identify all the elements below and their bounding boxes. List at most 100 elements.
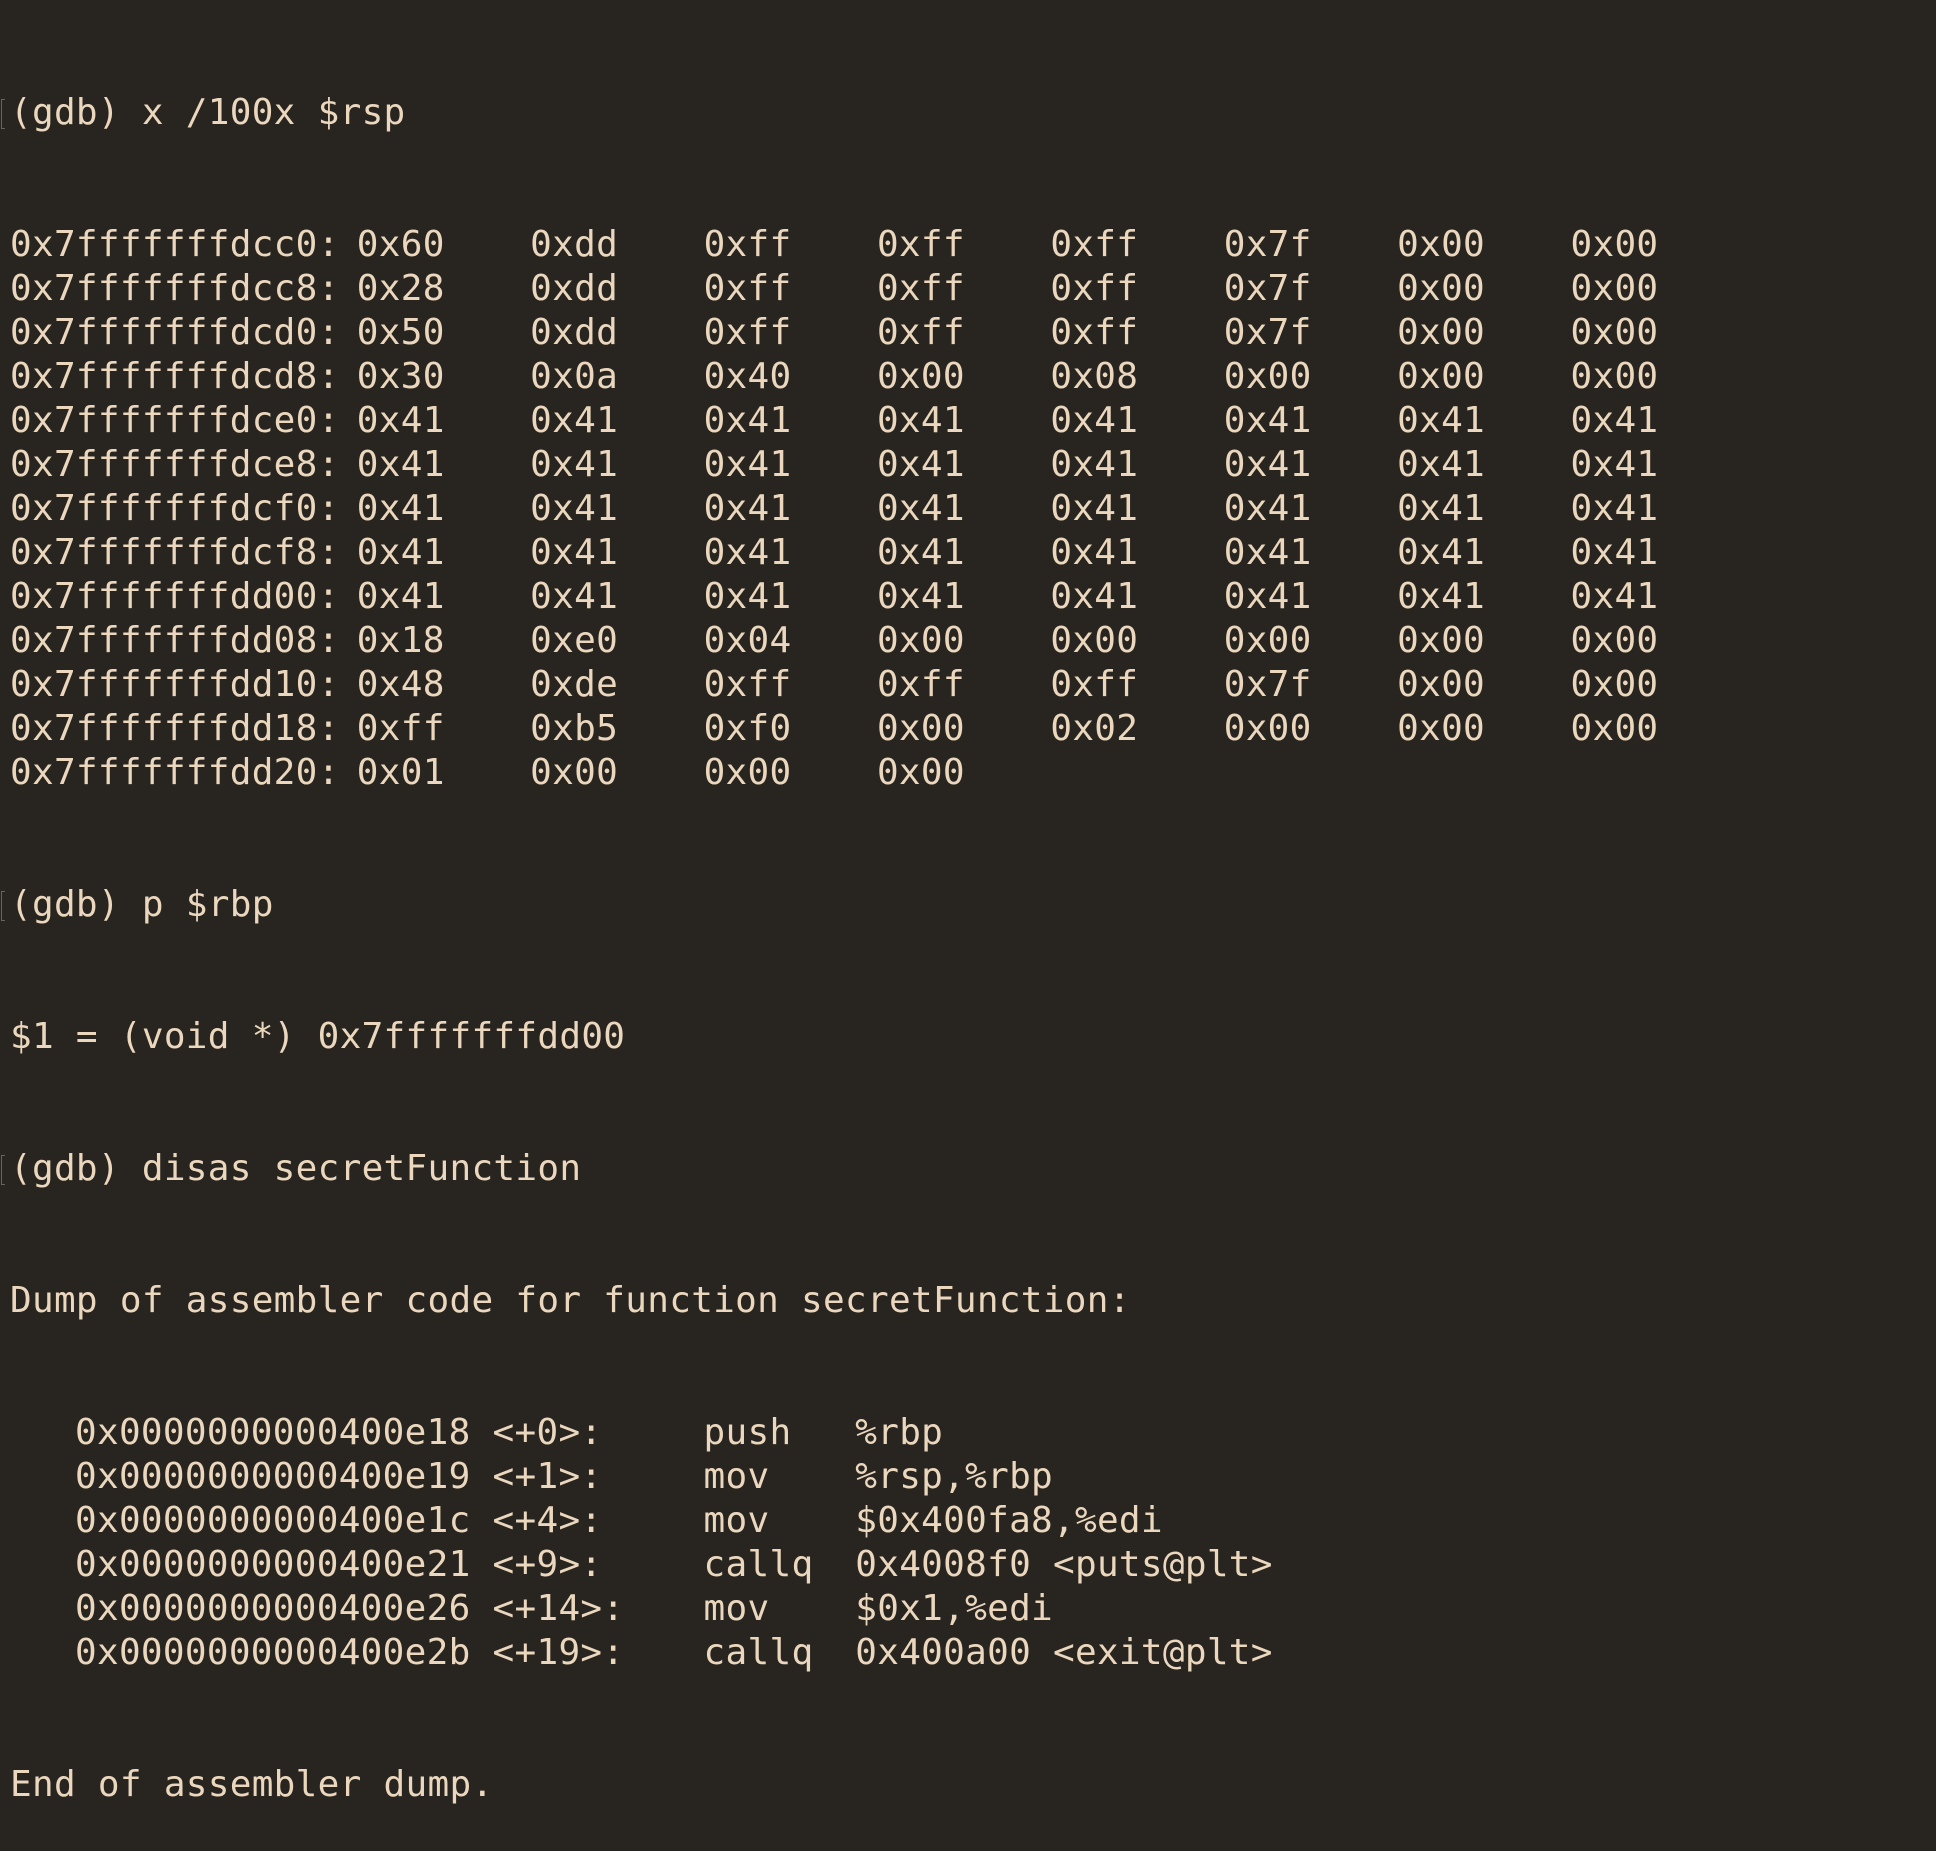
memory-byte: 0xff	[1050, 224, 1139, 265]
memory-address: 0x7fffffffdce8:	[10, 444, 340, 485]
memory-byte: 0x41	[703, 444, 792, 485]
memory-byte: 0x41	[1050, 488, 1139, 529]
memory-byte: 0x41	[530, 532, 619, 573]
memory-address: 0x7fffffffdce0:	[10, 400, 340, 441]
memory-address: 0x7fffffffdcd8:	[10, 356, 340, 397]
memory-byte: 0xff	[703, 312, 792, 353]
dump-header: Dump of assembler code for function secr…	[10, 1280, 1131, 1321]
memory-byte: 0x00	[1570, 620, 1659, 661]
memory-byte: 0xff	[1050, 268, 1139, 309]
prompt-mark-icon	[1, 99, 5, 129]
instruction-mnemonic: callq	[703, 1544, 814, 1585]
prompt-mark-icon	[1, 891, 5, 921]
memory-row: 0x7fffffffdce8: 0x41 0x41 0x41 0x41 0x41 0x41 0…	[10, 443, 1744, 487]
memory-byte: 0x04	[703, 620, 792, 661]
command-line: (gdb) x /100x $rsp	[1, 91, 1744, 135]
memory-byte: 0xdd	[530, 224, 619, 265]
memory-byte: 0x00	[1570, 664, 1659, 705]
memory-byte: 0x41	[1570, 488, 1659, 529]
memory-row: 0x7fffffffdcd0: 0x50 0xdd 0xff 0xff 0xff 0x7f 0…	[10, 311, 1744, 355]
command-line: (gdb) disas secretFunction	[1, 1147, 1744, 1191]
disassembly-row: 0x0000000000400e18 <+0>: push %rbp	[10, 1411, 1744, 1455]
memory-byte: 0x08	[1050, 356, 1139, 397]
memory-byte: 0x7f	[1223, 664, 1312, 705]
memory-byte: 0x50	[356, 312, 445, 353]
memory-byte: 0x41	[876, 576, 965, 617]
instruction-mnemonic: mov	[703, 1500, 770, 1541]
memory-byte: 0x7f	[1223, 224, 1312, 265]
instruction-mnemonic: push	[703, 1412, 792, 1453]
memory-byte: 0xe0	[530, 620, 619, 661]
memory-byte: 0x41	[1570, 444, 1659, 485]
output-line: $1 = (void *) 0x7fffffffdd00	[10, 1016, 626, 1057]
memory-byte: 0xdd	[530, 268, 619, 309]
memory-byte: 0x41	[876, 400, 965, 441]
instruction-address: 0x0000000000400e19 <+1>:	[75, 1456, 603, 1497]
instruction-address: 0x0000000000400e2b <+19>:	[75, 1632, 625, 1673]
memory-row: 0x7fffffffdcf0: 0x41 0x41 0x41 0x41 0x41 0x41 0…	[10, 487, 1744, 531]
memory-byte: 0xff	[1050, 664, 1139, 705]
memory-address: 0x7fffffffdd00:	[10, 576, 340, 617]
memory-byte: 0x00	[1397, 356, 1486, 397]
instruction-address: 0x0000000000400e26 <+14>:	[75, 1588, 625, 1629]
memory-byte: 0x41	[1223, 444, 1312, 485]
memory-byte: 0x41	[1570, 400, 1659, 441]
memory-byte: 0x41	[1397, 488, 1486, 529]
memory-byte: 0xdd	[530, 312, 619, 353]
memory-row: 0x7fffffffdd08: 0x18 0xe0 0x04 0x00 0x00 0x00 0…	[10, 619, 1744, 663]
memory-byte: 0x41	[1050, 576, 1139, 617]
memory-byte: 0x00	[1397, 224, 1486, 265]
memory-byte: 0x41	[703, 488, 792, 529]
memory-row: 0x7fffffffdcf8: 0x41 0x41 0x41 0x41 0x41 0x41 0…	[10, 531, 1744, 575]
memory-address: 0x7fffffffdcd0:	[10, 312, 340, 353]
memory-byte: 0x41	[1397, 576, 1486, 617]
memory-byte: 0x00	[1223, 356, 1312, 397]
memory-byte: 0x41	[1223, 488, 1312, 529]
terminal-output[interactable]: (gdb) x /100x $rsp 0x7fffffffdcc0: 0x60 0x…	[1, 3, 1744, 1851]
instruction-operands: $0x400fa8,%edi	[855, 1500, 1163, 1541]
memory-row: 0x7fffffffdce0: 0x41 0x41 0x41 0x41 0x41 0x41 0…	[10, 399, 1744, 443]
memory-byte: 0x00	[876, 356, 965, 397]
instruction-operands: 0x400a00 <exit@plt>	[855, 1632, 1273, 1673]
memory-byte: 0x41	[1223, 532, 1312, 573]
memory-byte: 0x00	[1570, 268, 1659, 309]
memory-byte: 0x41	[1223, 576, 1312, 617]
memory-byte: 0xff	[703, 664, 792, 705]
memory-row: 0x7fffffffdcc0: 0x60 0xdd 0xff 0xff 0xff 0x7f 0…	[10, 223, 1744, 267]
memory-byte: 0x41	[356, 444, 445, 485]
memory-byte: 0x00	[530, 752, 619, 793]
memory-byte: 0x00	[1570, 224, 1659, 265]
command-text: (gdb) x /100x $rsp	[10, 92, 406, 133]
memory-address: 0x7fffffffdcf0:	[10, 488, 340, 529]
memory-byte: 0x60	[356, 224, 445, 265]
memory-byte: 0x00	[876, 752, 965, 793]
command-text: (gdb) disas secretFunction	[10, 1148, 582, 1189]
memory-byte: 0xff	[876, 312, 965, 353]
memory-byte: 0xf0	[703, 708, 792, 749]
command-line: (gdb) p $rbp	[1, 883, 1744, 927]
memory-byte: 0xff	[876, 224, 965, 265]
memory-byte: 0x41	[356, 532, 445, 573]
memory-byte: 0x41	[1570, 532, 1659, 573]
memory-byte: 0x00	[703, 752, 792, 793]
memory-byte: 0x41	[1570, 576, 1659, 617]
memory-byte: 0x00	[1570, 708, 1659, 749]
memory-byte: 0x02	[1050, 708, 1139, 749]
memory-byte: 0xff	[1050, 312, 1139, 353]
memory-byte: 0x41	[703, 532, 792, 573]
instruction-address: 0x0000000000400e21 <+9>:	[75, 1544, 603, 1585]
memory-byte: 0x41	[1397, 400, 1486, 441]
instruction-address: 0x0000000000400e1c <+4>:	[75, 1500, 603, 1541]
memory-byte: 0xb5	[530, 708, 619, 749]
disassembly-row: 0x0000000000400e1c <+4>: mov $0x400fa8,%ed…	[10, 1499, 1744, 1543]
memory-address: 0x7fffffffdd10:	[10, 664, 340, 705]
memory-byte: 0x48	[356, 664, 445, 705]
memory-byte: 0xff	[876, 268, 965, 309]
memory-byte: 0x41	[530, 444, 619, 485]
memory-byte: 0x30	[356, 356, 445, 397]
memory-byte: 0xff	[876, 664, 965, 705]
memory-byte: 0x41	[1050, 532, 1139, 573]
memory-byte: 0x7f	[1223, 312, 1312, 353]
memory-byte: 0x41	[356, 576, 445, 617]
memory-row: 0x7fffffffdd20: 0x01 0x00 0x00 0x00	[10, 751, 1744, 795]
